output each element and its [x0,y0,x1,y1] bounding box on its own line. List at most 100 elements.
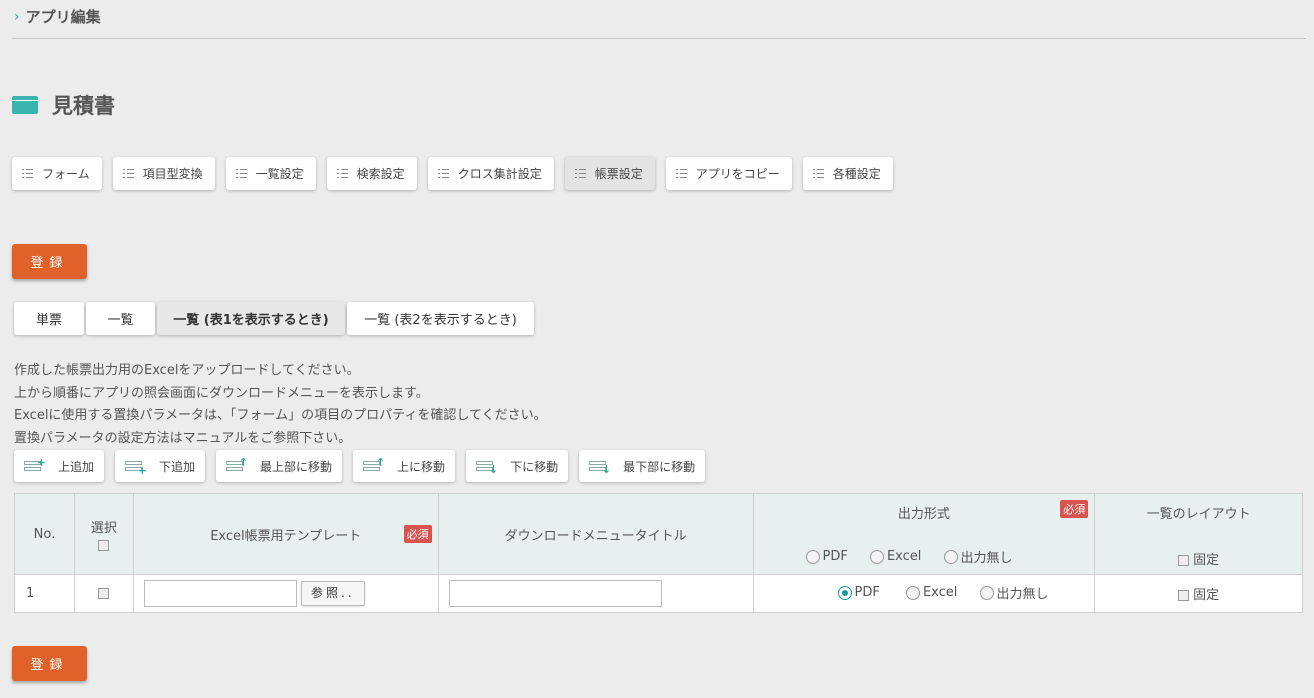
none-option[interactable]: 出力無し [979,583,1049,603]
all-excel-option[interactable]: Excel [869,549,921,564]
browse-button[interactable]: 参照.. [301,581,365,606]
type-conversion-button[interactable]: 項目型変換 [112,157,215,190]
cross-tab-settings-label: クロス集計設定 [457,167,542,181]
register-button-bottom[interactable]: 登録 [12,646,87,681]
window-icon [12,96,38,114]
required-badge: 必須 [403,525,432,543]
cross-tab-settings-button[interactable]: クロス集計設定 [427,157,554,190]
arrow-up-icon: ↑ [226,456,248,473]
instruction-line: 置換パラメータの設定方法はマニュアルをご参照下さい。 [14,430,352,446]
add-below-button[interactable]: + 下追加 [115,450,206,482]
register-button-top[interactable]: 登録 [12,244,87,279]
move-top-label: 最上部に移動 [260,459,333,474]
arrow-down-icon: ↓ [589,459,611,476]
format-cell: PDF Excel 出力無し [752,574,1096,613]
excel-label: Excel [922,585,958,601]
excel-option[interactable]: Excel [905,585,958,601]
fixed-checkbox[interactable] [1178,590,1190,601]
breadcrumb: › アプリ編集 [14,6,101,27]
list-icon [812,169,824,178]
fixed-cell: 固定 [1094,574,1303,613]
add-below-label: 下追加 [159,459,196,474]
instruction-line: 作成した帳票出力用のExcelをアップロードしてください。 [14,363,360,378]
copy-app-label: アプリをコピー [695,167,780,181]
tab-list-table2[interactable]: 一覧 (表2を表示するとき) [347,302,534,335]
all-none-label: 出力無し [960,551,1013,566]
tab-single[interactable]: 単票 [14,302,84,335]
radio[interactable] [869,549,884,564]
settings-toolbar: フォーム 項目型変換 一覧設定 検索設定 クロス集計設定 帳票設定 アプリをコピ… [12,157,893,190]
list-icon [437,169,449,178]
fixed-all-label: 固定 [1193,553,1220,568]
move-bottom-button[interactable]: ↓ 最下部に移動 [579,450,706,482]
add-above-label: 上追加 [58,459,95,474]
header-no: No. [14,493,75,575]
table-header-row: No. 選択 Excel帳票用テンプレート 必須 ダウンロードメニュータイトル … [14,493,1303,575]
header-menu-title: ダウンロードメニュータイトル [437,493,754,575]
template-cell: 参照.. [132,574,439,613]
radio[interactable] [979,585,994,600]
menu-title-input[interactable] [448,580,662,607]
all-pdf-option[interactable]: PDF [805,549,848,564]
breadcrumb-label[interactable]: アプリ編集 [26,6,101,27]
header-template: Excel帳票用テンプレート 必須 [132,493,439,575]
row-add-icon: + [24,456,46,473]
move-down-label: 下に移動 [510,459,559,474]
move-up-button[interactable]: ↑ 上に移動 [353,450,456,482]
report-tabs: 単票 一覧 一覧 (表1を表示するとき) 一覧 (表2を表示するとき) [14,302,534,335]
header-output-format: 出力形式 必須 PDF Excel 出力無し [752,493,1096,575]
pdf-label: PDF [854,585,880,601]
move-top-button[interactable]: ↑ 最上部に移動 [216,450,343,482]
radio[interactable] [943,549,958,564]
search-settings-button[interactable]: 検索設定 [326,157,417,190]
menu-title-cell [437,574,754,613]
radio[interactable] [905,585,920,600]
instruction-line: 上から順番にアプリの照会画面にダウンロードメニューを表示します。 [14,385,429,401]
copy-app-button[interactable]: アプリをコピー [665,157,792,190]
move-up-label: 上に移動 [397,459,446,474]
report-settings-label: 帳票設定 [594,167,643,181]
instruction-line: Excelに使用する置換パラメータは、「フォーム」の項目のプロパティを確認してく… [14,408,547,423]
row-add-icon: + [125,459,147,477]
form-label: フォーム [42,167,90,181]
radio-selected[interactable] [837,585,852,600]
list-settings-label: 一覧設定 [255,167,304,181]
radio[interactable] [805,549,820,564]
page-title-text: 見積書 [52,94,115,118]
header-layout-label: 一覧のレイアウト [1146,507,1251,522]
required-badge: 必須 [1060,500,1089,518]
header-select-label: 選択 [90,521,117,536]
template-file-input[interactable] [143,580,297,607]
table-row: 1 参照.. PDF Excel 出力無し 固定 [14,574,1303,613]
list-icon [122,169,134,178]
list-settings-button[interactable]: 一覧設定 [225,157,316,190]
add-above-button[interactable]: + 上追加 [14,450,105,482]
fixed-all-option[interactable]: 固定 [1095,549,1302,568]
row-no: 1 [14,574,75,613]
list-icon [336,169,348,178]
pdf-option[interactable]: PDF [837,585,880,601]
row-action-buttons: + 上追加 + 下追加 ↑ 最上部に移動 ↑ 上に移動 ↓ 下に移動 ↓ 最下部に移動 [14,450,706,482]
instructions: 作成した帳票出力用のExcelをアップロードしてください。 上から順番にアプリの… [14,360,547,450]
format-all-options: PDF Excel 出力無し [805,547,1031,568]
form-button[interactable]: フォーム [12,157,102,190]
select-all-checkbox[interactable] [98,539,110,551]
page-title: 見積書 [12,90,115,120]
move-down-button[interactable]: ↓ 下に移動 [466,450,569,482]
misc-settings-button[interactable]: 各種設定 [802,157,893,190]
list-icon [235,169,247,178]
header-output-format-label: 出力形式 [897,507,950,522]
fixed-all-checkbox[interactable] [1178,555,1190,566]
tab-list[interactable]: 一覧 [86,302,155,335]
header-template-label: Excel帳票用テンプレート [210,528,362,544]
header-select: 選択 [73,493,134,575]
row-select-checkbox[interactable] [98,588,110,599]
list-icon [574,169,586,178]
all-none-option[interactable]: 出力無し [943,547,1013,566]
tab-list-table1[interactable]: 一覧 (表1を表示するとき) [157,302,345,335]
fixed-label: 固定 [1193,588,1220,603]
none-label: 出力無し [996,587,1049,603]
report-settings-button[interactable]: 帳票設定 [564,157,655,190]
all-pdf-label: PDF [822,549,848,564]
move-bottom-label: 最下部に移動 [623,459,696,474]
